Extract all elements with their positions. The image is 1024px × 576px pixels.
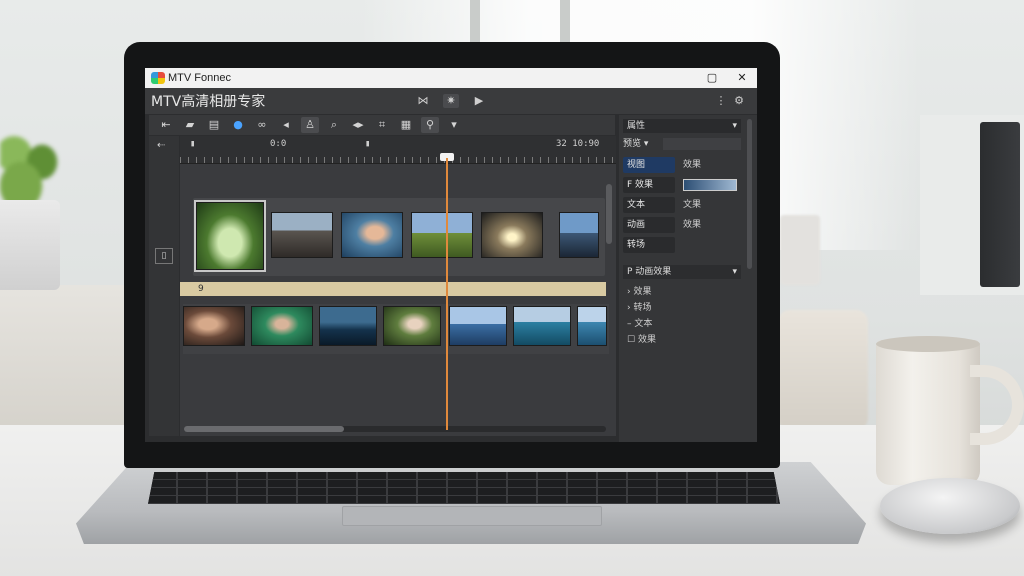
animation-section-header[interactable]: P 动画效果 ▾ bbox=[623, 265, 741, 279]
speaker bbox=[980, 122, 1020, 287]
chevron-down-icon[interactable]: ▾ bbox=[445, 117, 463, 133]
tree-item-label: 效果 bbox=[633, 287, 652, 297]
plant bbox=[0, 130, 70, 210]
pencil-cup bbox=[780, 215, 820, 285]
clip-portrait[interactable] bbox=[341, 212, 403, 258]
export-icon[interactable]: ▶ bbox=[471, 94, 487, 108]
clip-field[interactable] bbox=[411, 212, 473, 258]
horizontal-scrollbar[interactable] bbox=[184, 426, 606, 432]
gallery-icon[interactable]: ▤ bbox=[205, 117, 223, 133]
panel-scrollbar[interactable] bbox=[747, 119, 752, 269]
time-ruler[interactable]: ▮ 0:0 ▮ 32 10:90 bbox=[180, 136, 616, 164]
link-icon[interactable]: ∞ bbox=[253, 117, 271, 133]
shelf bbox=[0, 285, 130, 425]
tree-item-effect[interactable]: › 效果 bbox=[627, 285, 651, 299]
grid-icon[interactable]: ▦ bbox=[397, 117, 415, 133]
time-end: 32 10:90 bbox=[556, 139, 600, 149]
clip-sunset[interactable] bbox=[481, 212, 543, 258]
clip-lake[interactable] bbox=[319, 306, 377, 346]
app-name: MTV高清相册专家 bbox=[151, 94, 266, 110]
time-start: 0:0 bbox=[270, 139, 287, 149]
computer-mouse bbox=[880, 478, 1020, 534]
folder-icon[interactable]: ▰ bbox=[181, 117, 199, 133]
app-window: MTV Fonnec ▢ ✕ MTV高清相册专家 ⋈ ✷ ▶ ⋮ ⚙ ⇤ ▰ ▤… bbox=[145, 68, 757, 442]
field-text[interactable]: 文本 bbox=[623, 197, 675, 213]
clip-green-portrait[interactable] bbox=[251, 306, 313, 346]
nav-arrows-icon[interactable]: ◂▸ bbox=[349, 117, 367, 133]
properties-panel: 属性 ▾ 预览 ▾ 视图 效果 F 效果 文本 文果 动画 效果 转场 P 动画… bbox=[619, 115, 757, 442]
audio-track[interactable]: 9 bbox=[180, 282, 606, 296]
zoom-icon[interactable]: ⌕ bbox=[325, 117, 343, 133]
chevron-down-icon: ▾ bbox=[732, 267, 737, 277]
tree-item-label: 效果 bbox=[637, 335, 656, 345]
close-button[interactable]: ✕ bbox=[735, 71, 749, 85]
clip-lagoon[interactable] bbox=[513, 306, 571, 346]
app-logo-icon bbox=[151, 72, 165, 84]
clip-road[interactable] bbox=[271, 212, 333, 258]
field-transition[interactable]: 转场 bbox=[623, 237, 675, 253]
mug-rim bbox=[876, 336, 980, 352]
tree-item-label: 文本 bbox=[634, 319, 653, 329]
clip-flowers[interactable] bbox=[383, 306, 441, 346]
field-view[interactable]: 视图 bbox=[623, 157, 675, 173]
tree-item-effect-2[interactable]: ☐ 效果 bbox=[627, 333, 656, 347]
keyboard bbox=[148, 472, 780, 504]
title-bar: MTV Fonnec ▢ ✕ bbox=[145, 68, 757, 88]
field-animation[interactable]: 动画 bbox=[623, 217, 675, 233]
properties-dropdown[interactable]: 属性 ▾ bbox=[623, 119, 741, 133]
field-effect[interactable]: F 效果 bbox=[623, 177, 675, 193]
tree-item-text[interactable]: – 文本 bbox=[627, 317, 652, 331]
field-animation-value: 效果 bbox=[683, 220, 702, 230]
person-icon[interactable]: ♙ bbox=[301, 117, 319, 133]
properties-dropdown-label: 属性 bbox=[627, 121, 646, 131]
horizontal-scroll-thumb[interactable] bbox=[184, 426, 344, 432]
more-icon[interactable]: ⋮ bbox=[713, 94, 729, 108]
clip-sea[interactable] bbox=[449, 306, 507, 346]
track-header-strip: ⇠ ▯ bbox=[149, 136, 179, 436]
ruler-ticks bbox=[180, 157, 616, 163]
transition-icon[interactable]: ⋈ bbox=[415, 94, 431, 108]
crop-icon[interactable]: ⌗ bbox=[373, 117, 391, 133]
clip-woman[interactable] bbox=[183, 306, 245, 346]
window-title: MTV Fonnec bbox=[168, 72, 231, 84]
globe-icon[interactable]: ● bbox=[229, 117, 247, 133]
animation-section-label: P 动画效果 bbox=[627, 267, 672, 277]
coffee-mug bbox=[876, 340, 980, 485]
header-bar: MTV高清相册专家 ⋈ ✷ ▶ ⋮ ⚙ bbox=[145, 88, 757, 114]
lock-icon[interactable]: ▯ bbox=[155, 248, 173, 264]
search-icon[interactable]: ⚲ bbox=[421, 117, 439, 133]
back-icon[interactable]: ⇤ bbox=[157, 117, 175, 133]
chair bbox=[778, 310, 868, 430]
chevron-down-icon: ▾ bbox=[732, 121, 737, 131]
toolbar: ⇤ ▰ ▤ ● ∞ ◂ ♙ ⌕ ◂▸ ⌗ ▦ ⚲ ▾ bbox=[149, 115, 615, 135]
tree-item-transition[interactable]: › 转场 bbox=[627, 301, 651, 315]
video-track-2[interactable] bbox=[183, 304, 609, 354]
ruler-marker-icon: ▮ bbox=[365, 139, 371, 149]
effect-gradient-swatch[interactable] bbox=[683, 179, 737, 191]
trackpad bbox=[342, 506, 602, 526]
field-view-value: 效果 bbox=[683, 160, 702, 170]
effects-icon[interactable]: ✷ bbox=[443, 94, 459, 108]
collapse-icon[interactable]: ⇠ bbox=[157, 140, 165, 151]
clip-coast[interactable] bbox=[577, 306, 607, 346]
ruler-start-marker-icon: ▮ bbox=[190, 139, 196, 149]
clip-forest[interactable] bbox=[194, 200, 266, 272]
arrow-left-icon[interactable]: ◂ bbox=[277, 117, 295, 133]
video-track-1[interactable] bbox=[193, 198, 605, 276]
preview-selector[interactable]: 预览 ▾ bbox=[623, 137, 648, 151]
preview-slot bbox=[663, 138, 741, 150]
field-text-value: 文果 bbox=[683, 200, 702, 210]
settings-icon[interactable]: ⚙ bbox=[731, 94, 747, 108]
maximize-button[interactable]: ▢ bbox=[705, 71, 719, 85]
clip-city[interactable] bbox=[559, 212, 599, 258]
playhead[interactable] bbox=[446, 158, 448, 430]
tree-item-label: 转场 bbox=[633, 303, 652, 313]
timeline[interactable]: ▮ 0:0 ▮ 32 10:90 ⊢ 9 bbox=[180, 136, 616, 436]
plant-pot bbox=[0, 200, 60, 290]
checkbox-icon: ☐ bbox=[627, 335, 638, 345]
vertical-scrollbar[interactable] bbox=[606, 184, 612, 244]
